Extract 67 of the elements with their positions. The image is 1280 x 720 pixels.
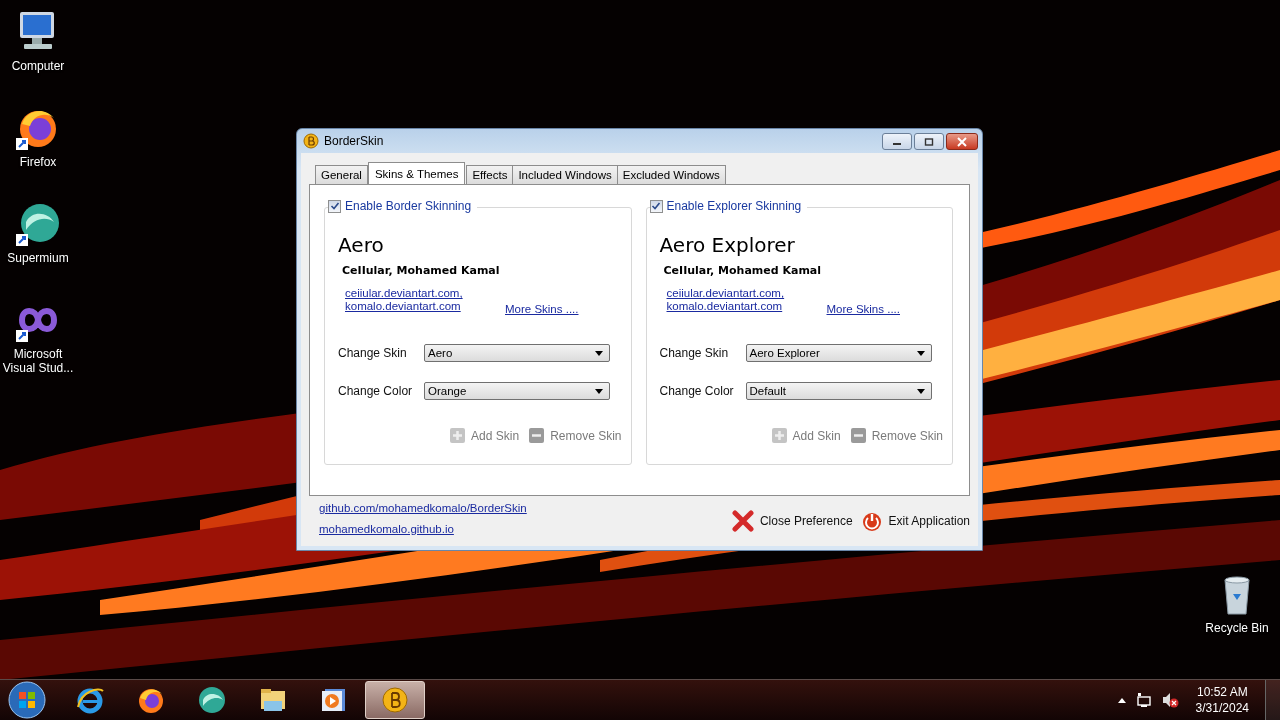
author-link[interactable]: komalo.deviantart.com (666, 300, 827, 313)
field-label: Change Color (338, 384, 414, 398)
close-icon (956, 136, 968, 147)
field-label: Change Color (659, 384, 735, 398)
minimize-button[interactable] (882, 133, 912, 150)
checkbox[interactable] (649, 199, 663, 213)
taskbar-button[interactable] (365, 681, 425, 719)
checkbox[interactable] (328, 199, 341, 213)
caret-icon (916, 388, 925, 394)
app-icon (380, 685, 410, 715)
muted-speaker-icon[interactable] (1161, 692, 1180, 708)
start-button[interactable] (8, 681, 46, 719)
minus-icon (529, 428, 545, 443)
tab[interactable]: Excluded Windows (616, 165, 726, 184)
caret-icon (595, 388, 603, 394)
close-preference-button[interactable]: Close Preference (731, 510, 853, 532)
remove-skin-button[interactable]: Remove Skin (529, 428, 622, 443)
tab[interactable]: General (315, 165, 368, 184)
add-skin-button[interactable]: Add Skin (771, 428, 841, 443)
color-dropdown[interactable]: Default (745, 382, 932, 400)
app-icon (303, 133, 319, 149)
show-hidden-icons-icon[interactable] (1117, 697, 1126, 703)
desktop-icon-label[interactable]: Computer (11, 59, 65, 73)
network-icon[interactable] (1135, 692, 1152, 708)
window-title: BorderSkin (324, 134, 384, 148)
check-icon (329, 201, 340, 211)
tab[interactable]: Included Windows (512, 165, 618, 184)
maximize-button[interactable] (914, 133, 944, 150)
website-link[interactable]: github.com/mohamedkomalo/BorderSkin (319, 502, 527, 515)
caret-icon (916, 350, 925, 356)
skin-authors: CeIIular, Mohamed Kamal (342, 264, 501, 277)
skin-dropdown[interactable]: Aero Explorer (745, 344, 932, 362)
field-label: Change Skin (659, 346, 730, 360)
author-link[interactable]: komalo.deviantart.com (345, 300, 505, 313)
show-desktop-button[interactable] (1265, 680, 1280, 720)
caret-icon (595, 350, 603, 356)
skin-dropdown[interactable]: Aero (424, 344, 610, 362)
supermium-icon (197, 685, 227, 715)
plus-icon (771, 428, 787, 443)
desktop-icon-label[interactable]: Supermium (7, 251, 69, 265)
more-skins-link[interactable]: More Skins .... (505, 303, 579, 316)
minus-icon (850, 428, 866, 443)
skin-name: Aero Explorer (659, 233, 796, 257)
add-skin-button[interactable]: Add Skin (450, 428, 520, 443)
desktop-icon-label[interactable]: Recycle Bin (1205, 621, 1269, 635)
author-link[interactable]: ceiiular.deviantart.com, (666, 287, 827, 300)
more-skins-link[interactable]: More Skins .... (826, 303, 900, 316)
skin-authors: CeIIular, Mohamed Kamal (663, 264, 823, 277)
clock-date[interactable]: 3/31/2024 (1195, 700, 1249, 716)
remove-skin-button[interactable]: Remove Skin (850, 428, 943, 443)
cross-icon (731, 510, 754, 532)
color-dropdown[interactable]: Orange (424, 382, 610, 400)
author-link[interactable]: ceiiular.deviantart.com, (345, 287, 505, 300)
close-button[interactable] (946, 133, 978, 150)
field-label: Change Skin (338, 346, 408, 360)
check-icon (651, 201, 661, 211)
maximize-icon (924, 137, 934, 146)
skin-name: Aero (338, 233, 385, 257)
desktop-icon-label[interactable]: Firefox (19, 155, 57, 169)
clock-time[interactable]: 10:52 AM (1196, 684, 1248, 700)
tab[interactable]: Skins & Themes (367, 162, 466, 184)
power-icon (860, 510, 883, 532)
exit-application-button[interactable]: Exit Application (860, 510, 970, 532)
tab[interactable]: Effects (466, 165, 514, 184)
plus-icon (450, 428, 466, 443)
desktop-icon-label[interactable]: Microsoft Visual Stud... (0, 347, 76, 375)
website-link[interactable]: mohamedkomalo.github.io (319, 523, 527, 536)
